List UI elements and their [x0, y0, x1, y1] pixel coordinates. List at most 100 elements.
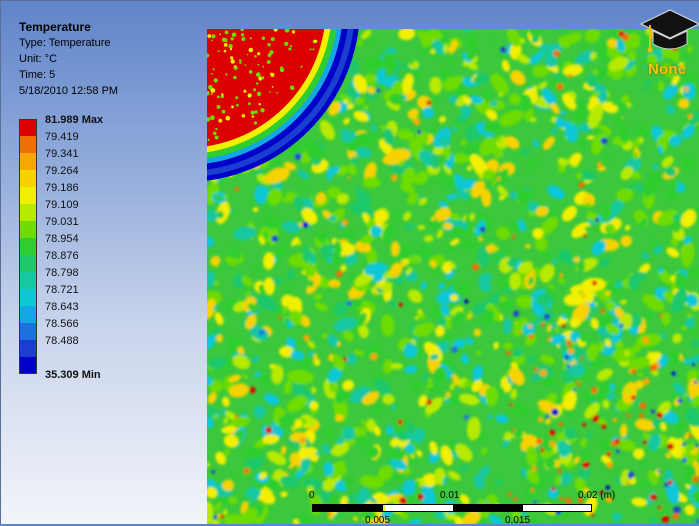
legend-swatch	[19, 255, 37, 272]
hot-zone-speck	[254, 55, 257, 58]
hot-zone-speck	[249, 70, 253, 74]
student-logo: Nonc	[640, 4, 699, 80]
hot-zone-speck	[270, 73, 272, 75]
contour-hotspot	[658, 506, 662, 510]
hot-zone-speck	[254, 110, 257, 113]
contour-hotspot	[622, 34, 629, 41]
contour-hotspot	[278, 316, 281, 319]
hot-zone-speck	[310, 48, 312, 50]
contour-blob	[490, 100, 497, 106]
contour-hotspot	[211, 470, 215, 474]
hot-zone-speck	[225, 73, 227, 75]
contour-hotspot	[642, 337, 649, 344]
contour-hotspot	[643, 378, 650, 385]
hot-zone-speck	[260, 108, 264, 112]
contour-hotspot	[451, 346, 458, 353]
contour-hotspot	[650, 494, 657, 501]
hot-zone-speck	[269, 50, 273, 54]
contour-hotspot	[687, 114, 692, 119]
contour-hotspot	[417, 130, 421, 134]
hot-zone-speck	[211, 40, 213, 42]
contour-hotspot	[601, 138, 608, 145]
legend-value: 79.341	[45, 148, 79, 160]
contour-hotspot	[398, 303, 402, 307]
hot-zone-speck	[210, 115, 215, 120]
legend-value: 78.954	[45, 233, 79, 245]
contour-hotspot	[496, 177, 500, 181]
hot-zone-speck	[230, 56, 233, 59]
hot-zone-speck	[224, 50, 227, 53]
hot-zone-speck	[211, 73, 213, 75]
legend-value: 78.488	[45, 335, 79, 347]
legend-value: 35.309 Min	[45, 369, 101, 381]
contour-hotspot	[302, 222, 308, 228]
contour-hotspot	[606, 452, 611, 457]
hot-zone-speck	[210, 88, 215, 93]
legend-value: 79.186	[45, 182, 79, 194]
contour-hotspot	[682, 443, 685, 446]
hot-zone-speck	[231, 59, 235, 63]
legend-swatch	[19, 357, 37, 374]
contour-hotspot	[695, 444, 698, 447]
contour-hotspot	[244, 468, 250, 474]
contour-hotspot	[601, 424, 606, 429]
contour-hotspot	[657, 470, 660, 473]
contour-hotspot	[376, 88, 380, 92]
contour-hotspot	[643, 441, 647, 445]
contour-blob	[638, 459, 645, 468]
contour-blob	[362, 177, 380, 188]
scale-label-0005: 0.005	[365, 516, 390, 526]
legend-swatch	[19, 340, 37, 357]
contour-hotspot	[682, 458, 687, 463]
contour-hotspot	[272, 235, 279, 242]
legend-value: 81.989 Max	[45, 114, 103, 126]
hot-zone-speck	[224, 43, 228, 47]
contour-hotspot	[510, 403, 513, 406]
contour-hotspot	[512, 234, 516, 238]
contour-hotspot	[639, 413, 644, 418]
scale-bar-graphic	[312, 504, 592, 512]
legend-value: 79.419	[45, 131, 79, 143]
hot-zone-speck	[267, 43, 270, 46]
hot-zone-speck	[207, 34, 211, 38]
hot-zone-speck	[280, 68, 284, 72]
result-info-panel: Temperature Type: Temperature Unit: °C T…	[19, 19, 118, 99]
hot-zone-speck	[217, 96, 220, 99]
contour-hotspot	[694, 381, 697, 384]
contour-hotspot	[391, 175, 398, 182]
hot-zone-speck	[259, 103, 261, 105]
contour-hotspot	[678, 399, 683, 404]
scale-label-002: 0.02 (m)	[578, 491, 615, 501]
legend-swatch	[19, 119, 37, 136]
hot-zone-speck	[250, 37, 252, 39]
temperature-contour-plot[interactable]	[207, 29, 699, 524]
hot-zone-speck	[241, 37, 245, 41]
contour-hotspot	[541, 322, 545, 326]
contour-hotspot	[573, 388, 576, 391]
contour-hotspot	[657, 412, 663, 418]
hot-zone-speck	[239, 61, 242, 64]
contour-hotspot	[592, 280, 597, 285]
contour-hotspot	[480, 227, 485, 232]
contour-hotspot	[413, 118, 420, 125]
hot-zone-speck	[251, 111, 255, 115]
contour-canvas[interactable]	[207, 29, 699, 524]
contour-blob	[443, 44, 448, 54]
contour-hotspot	[651, 410, 655, 414]
hot-zone-speck	[284, 42, 288, 46]
contour-hotspot	[595, 218, 599, 222]
contour-hotspot	[558, 422, 562, 426]
contour-hotspot	[558, 469, 562, 473]
hot-zone-speck	[233, 76, 236, 79]
contour-hotspot	[660, 314, 664, 318]
contour-hotspot	[559, 273, 563, 277]
contour-hotspot	[650, 364, 657, 371]
contour-hotspot	[616, 449, 620, 453]
hot-zone-speck	[228, 44, 232, 48]
hot-zone-speck	[248, 93, 252, 97]
contour-hotspot	[295, 153, 302, 160]
contour-hotspot	[582, 462, 589, 469]
contour-hotspot	[518, 331, 521, 334]
contour-hotspot	[220, 515, 224, 519]
legend-swatch	[19, 238, 37, 255]
